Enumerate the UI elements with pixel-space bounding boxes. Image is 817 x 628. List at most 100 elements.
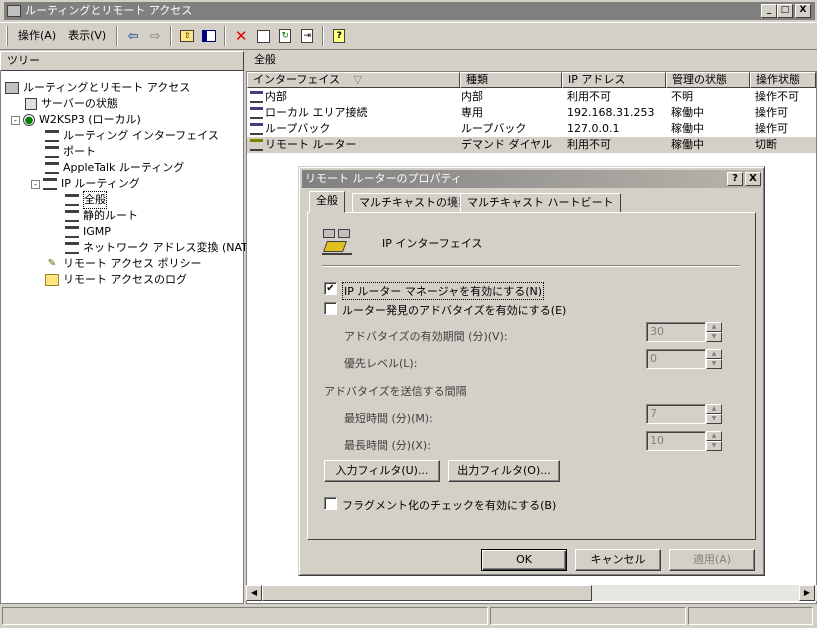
tree-item-root[interactable]: ルーティングとリモート アクセス <box>5 80 190 96</box>
spin-down-icon[interactable]: ▼ <box>706 414 722 424</box>
up-folder-icon[interactable]: ⇧ <box>176 25 198 47</box>
sort-down-icon: ▽ <box>353 73 362 86</box>
spin-up-icon[interactable]: ▲ <box>706 404 722 414</box>
fragment-check-checkbox[interactable] <box>324 497 337 510</box>
tree-item-server-status[interactable]: サーバーの状態 <box>25 96 118 112</box>
adv-lifetime-input[interactable]: 30 <box>646 322 706 342</box>
spin-up-icon[interactable]: ▲ <box>706 349 722 359</box>
tree-item-general[interactable]: 全般 <box>65 191 107 209</box>
tree-item-static-routes[interactable]: 静的ルート <box>65 208 138 224</box>
ok-button[interactable]: OK <box>481 549 567 571</box>
export-list-icon[interactable]: ⇥ <box>296 25 318 47</box>
tree-item-remote-access-policy[interactable]: ✎ リモート アクセス ポリシー <box>45 256 202 272</box>
toolbar: 操作(A) 表示(V) ⇦ ⇨ ⇧ ✕ ↻ ⇥ ? <box>0 22 817 50</box>
server-status-icon <box>25 98 37 110</box>
table-row[interactable]: ローカル エリア接続 専用 192.168.31.253 稼働中 操作可 <box>247 105 816 121</box>
router-manager-label[interactable]: IP ルーター マネージャを有効にする(N) <box>342 282 545 300</box>
spin-up-icon[interactable]: ▲ <box>706 431 722 441</box>
preference-input[interactable]: 0 <box>646 349 706 369</box>
minimize-button[interactable]: _ <box>761 4 777 18</box>
table-row[interactable]: 内部 内部 利用不可 不明 操作不可 <box>247 89 816 105</box>
network-icon <box>45 162 59 174</box>
scroll-thumb[interactable] <box>262 585 592 601</box>
policy-icon: ✎ <box>47 258 57 269</box>
max-interval-spinner[interactable]: 10 ▲ ▼ <box>646 431 722 451</box>
help-button[interactable]: ? <box>727 172 743 186</box>
cancel-button[interactable]: キャンセル <box>575 549 661 571</box>
scroll-right-icon[interactable]: ▶ <box>799 585 815 601</box>
max-interval-input[interactable]: 10 <box>646 431 706 451</box>
table-row-selected[interactable]: リモート ルーター デマンド ダイヤル 利用不可 稼働中 切断 <box>247 137 816 153</box>
tree-item-remote-access-log[interactable]: リモート アクセスのログ <box>45 272 187 288</box>
toolbar-separator <box>170 26 173 46</box>
column-header-admin-status[interactable]: 管理の状態 <box>666 72 750 88</box>
fragment-check-label[interactable]: フラグメント化のチェックを有効にする(B) <box>342 497 556 513</box>
maximize-button[interactable]: □ <box>777 4 793 18</box>
spin-down-icon[interactable]: ▼ <box>706 359 722 369</box>
tree-item-ip-routing[interactable]: - IP ルーティング <box>31 176 140 192</box>
tree-item-routing-interfaces[interactable]: ルーティング インターフェイス <box>45 128 219 144</box>
scroll-left-icon[interactable]: ◀ <box>246 585 262 601</box>
properties-dialog[interactable]: リモート ルーターのプロパティ ? X 全般 マルチキャストの境界 マルチキャス… <box>298 166 765 576</box>
max-interval-label: 最長時間 (分)(X): <box>344 439 431 452</box>
properties-icon[interactable] <box>252 25 274 47</box>
interval-heading: アドバタイズを送信する間隔 <box>324 385 467 398</box>
spin-down-icon[interactable]: ▼ <box>706 332 722 342</box>
spin-up-icon[interactable]: ▲ <box>706 322 722 332</box>
column-header-oper-status[interactable]: 操作状態 <box>750 72 816 88</box>
spin-down-icon[interactable]: ▼ <box>706 441 722 451</box>
column-header-type[interactable]: 種類 <box>460 72 562 88</box>
window-titlebar[interactable]: ルーティングとリモート アクセス _ □ X <box>0 0 817 22</box>
status-segment <box>688 607 813 625</box>
tab-multicast-heartbeat[interactable]: マルチキャスト ハートビート <box>460 193 621 213</box>
collapse-toggle-icon[interactable]: - <box>31 179 40 189</box>
column-header-interface[interactable]: インターフェイス ▽ <box>247 72 460 88</box>
tree-item-server[interactable]: - ● W2KSP3 (ローカル) <box>11 112 141 128</box>
back-arrow-icon[interactable]: ⇦ <box>122 25 144 47</box>
delete-icon[interactable]: ✕ <box>230 25 252 47</box>
network-icon <box>65 210 79 222</box>
horizontal-scrollbar[interactable]: ◀ ▶ <box>246 585 817 601</box>
status-segment <box>2 607 488 625</box>
router-manager-checkbox[interactable]: ✔ <box>324 282 337 295</box>
input-filter-button[interactable]: 入力フィルタ(U)... <box>324 460 440 482</box>
tree-item-appletalk[interactable]: AppleTalk ルーティング <box>45 160 184 176</box>
adv-lifetime-spinner[interactable]: 30 ▲ ▼ <box>646 322 722 342</box>
refresh-icon[interactable]: ↻ <box>274 25 296 47</box>
computer-icon <box>5 82 19 94</box>
router-discovery-checkbox[interactable] <box>324 302 337 315</box>
demand-dial-icon <box>250 137 263 156</box>
menu-action[interactable]: 操作(A) <box>12 26 62 46</box>
preference-spinner[interactable]: 0 ▲ ▼ <box>646 349 722 369</box>
help-icon[interactable]: ? <box>328 25 350 47</box>
show-hide-tree-icon[interactable] <box>198 25 220 47</box>
router-discovery-label[interactable]: ルーター発見のアドバタイズを有効にする(E) <box>342 302 566 318</box>
tree-item-igmp[interactable]: IGMP <box>65 224 111 240</box>
collapse-toggle-icon[interactable]: - <box>11 115 20 125</box>
min-interval-spinner[interactable]: 7 ▲ ▼ <box>646 404 722 424</box>
ip-interface-icon <box>322 227 356 257</box>
dialog-close-button[interactable]: X <box>745 172 761 186</box>
min-interval-input[interactable]: 7 <box>646 404 706 424</box>
dialog-title: リモート ルーターのプロパティ <box>305 172 462 185</box>
tree-header[interactable]: ツリー <box>0 51 244 71</box>
tab-multicast-boundaries[interactable]: マルチキャストの境界 <box>352 193 476 213</box>
tab-panel: IP インターフェイス ✔ IP ルーター マネージャを有効にする(N) ルータ… <box>307 212 756 540</box>
output-filter-button[interactable]: 出力フィルタ(O)... <box>448 460 560 482</box>
network-icon <box>65 194 79 206</box>
forward-arrow-icon[interactable]: ⇨ <box>144 25 166 47</box>
toolbar-separator <box>322 26 325 46</box>
tree-item-nat[interactable]: ネットワーク アドレス変換 (NAT) <box>65 240 252 256</box>
tab-general[interactable]: 全般 <box>309 191 345 213</box>
tree-pane[interactable]: ルーティングとリモート アクセス サーバーの状態 - ● W2KSP3 (ローカル)… <box>0 51 252 604</box>
table-row[interactable]: ループバック ループバック 127.0.0.1 稼働中 操作可 <box>247 121 816 137</box>
menu-view[interactable]: 表示(V) <box>62 26 112 46</box>
tree-item-ports[interactable]: ポート <box>45 144 96 160</box>
column-header-ip-address[interactable]: IP アドレス <box>562 72 666 88</box>
apply-button[interactable]: 適用(A) <box>669 549 755 571</box>
network-icon <box>45 130 59 142</box>
server-online-icon: ● <box>23 114 35 126</box>
close-button[interactable]: X <box>795 4 811 18</box>
network-icon <box>65 226 79 238</box>
dialog-titlebar[interactable]: リモート ルーターのプロパティ ? X <box>302 170 761 188</box>
